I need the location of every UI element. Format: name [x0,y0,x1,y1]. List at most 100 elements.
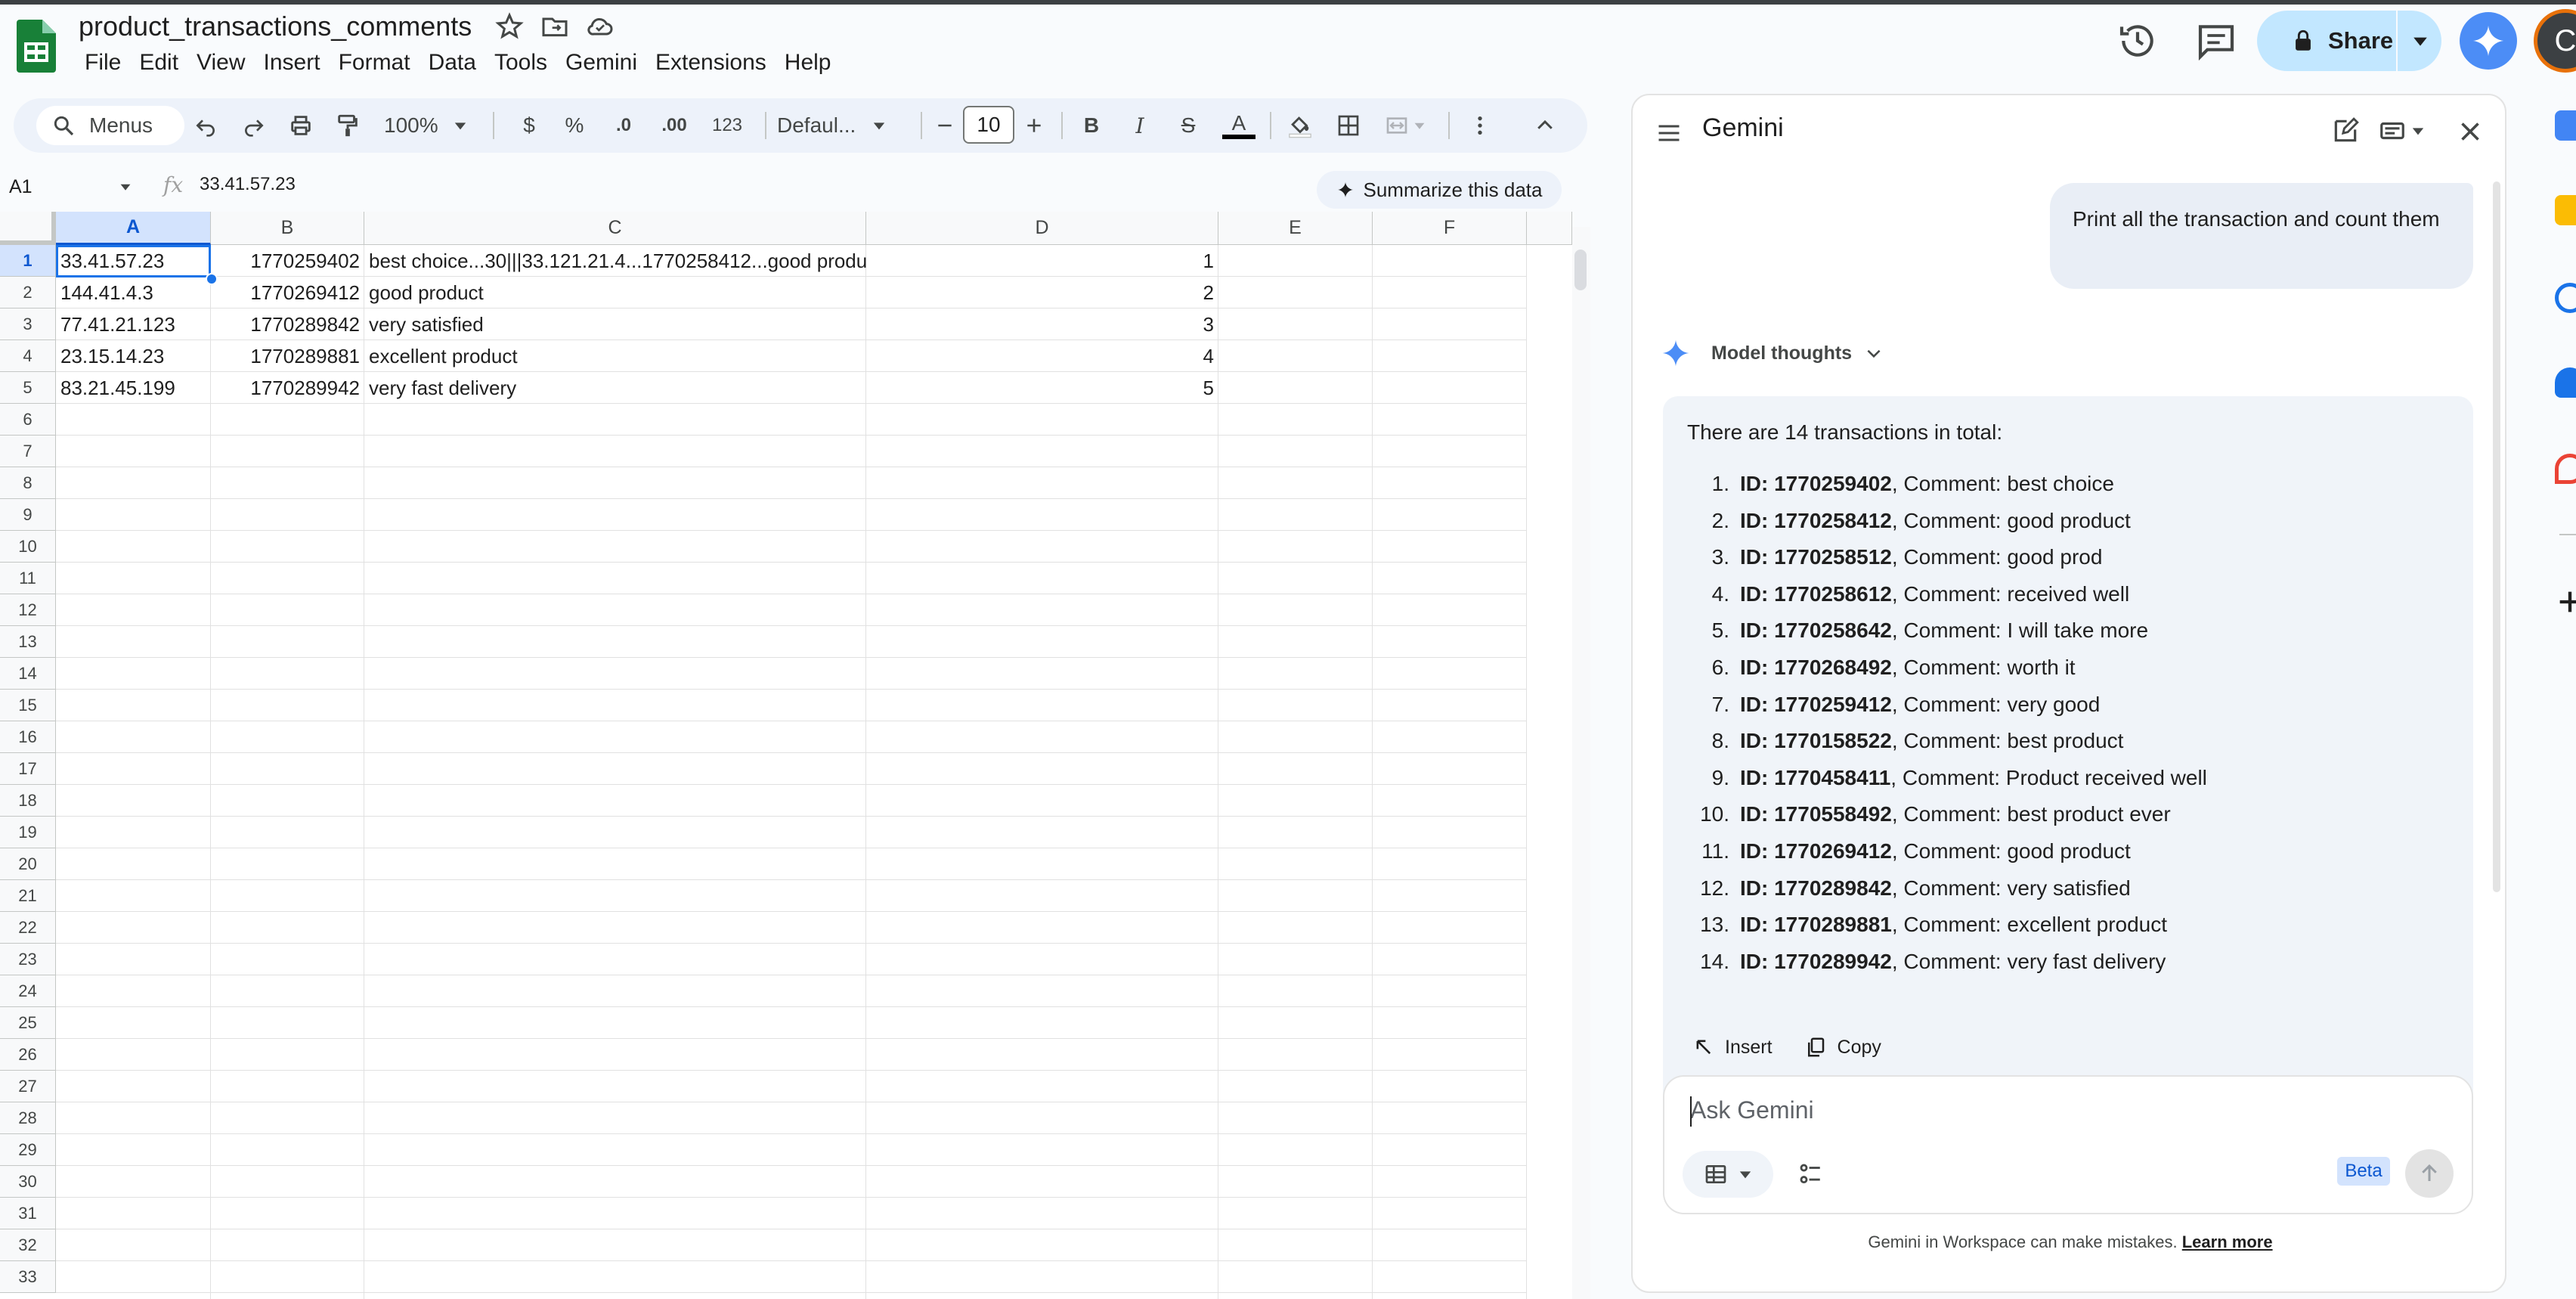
collapse-toolbar-button[interactable] [1530,109,1560,142]
name-box[interactable]: A1 [9,169,131,204]
row-header-27[interactable]: 27 [0,1071,56,1102]
tasks-app-icon[interactable] [2555,283,2576,313]
bold-button[interactable]: B [1076,109,1107,142]
cell-d1[interactable]: 1 [866,245,1218,277]
row-header-28[interactable]: 28 [0,1102,56,1134]
row-header-17[interactable]: 17 [0,753,56,785]
column-header-c[interactable]: C [364,212,866,245]
column-header-e[interactable]: E [1218,212,1373,245]
font-size-input[interactable]: 10 [963,106,1014,144]
decrease-font-size-button[interactable] [931,109,958,142]
row-header-6[interactable]: 6 [0,404,56,436]
row-header-5[interactable]: 5 [0,372,56,404]
row-header-8[interactable]: 8 [0,467,56,499]
strikethrough-button[interactable]: S [1173,109,1203,142]
cell-c5[interactable]: very fast delivery [364,372,866,404]
menu-insert[interactable]: Insert [255,50,330,76]
account-avatar[interactable]: C [2534,9,2576,73]
move-folder-icon[interactable] [540,11,570,42]
row-header-32[interactable]: 32 [0,1229,56,1261]
hamburger-menu-icon[interactable] [1655,119,1683,147]
row-header-21[interactable]: 21 [0,880,56,912]
row-header-3[interactable]: 3 [0,308,56,340]
paint-format-button[interactable] [331,109,364,142]
percent-format-button[interactable]: % [559,109,590,142]
row-header-4[interactable]: 4 [0,340,56,372]
copy-button[interactable]: Copy [1804,1036,1881,1059]
row-header-15[interactable]: 15 [0,690,56,721]
fill-color-button[interactable] [1283,109,1317,142]
cell-a4[interactable]: 23.15.14.23 [56,340,211,372]
insert-button[interactable]: Insert [1693,1037,1773,1059]
zoom-select[interactable]: 100% [384,109,467,142]
summarize-data-button[interactable]: Summarize this data [1317,171,1562,209]
cell-d5[interactable]: 5 [866,372,1218,404]
menu-file[interactable]: File [76,50,130,76]
star-icon[interactable] [494,11,525,42]
cell-b4[interactable]: 1770289881 [211,340,364,372]
more-options-button[interactable] [1465,109,1495,142]
cell-b2[interactable]: 1770269412 [211,277,364,308]
undo-button[interactable] [189,109,222,142]
menu-tools[interactable]: Tools [485,50,556,76]
redo-button[interactable] [237,109,271,142]
cell-d3[interactable]: 3 [866,308,1218,340]
select-all-corner[interactable] [0,212,56,245]
send-button[interactable] [2405,1149,2454,1198]
menu-view[interactable]: View [187,50,254,76]
italic-button[interactable]: I [1125,109,1155,142]
row-header-29[interactable]: 29 [0,1134,56,1166]
cell-c1[interactable]: best choice...30|||33.121.21.4...1770258… [364,245,866,277]
row-header-19[interactable]: 19 [0,817,56,848]
tools-settings-icon[interactable] [1797,1161,1823,1187]
row-header-33[interactable]: 33 [0,1261,56,1293]
row-header-1[interactable]: 1 [0,245,56,277]
cell-b3[interactable]: 1770289842 [211,308,364,340]
comments-icon[interactable] [2195,20,2237,62]
cell-d4[interactable]: 4 [866,340,1218,372]
version-history-icon[interactable] [2116,20,2159,62]
cell-c3[interactable]: very satisfied [364,308,866,340]
panel-view-menu[interactable] [2378,116,2425,145]
row-header-16[interactable]: 16 [0,721,56,753]
add-app-icon[interactable] [2555,587,2576,617]
cell-b1[interactable]: 1770259402 [211,245,364,277]
cell-c2[interactable]: good product [364,277,866,308]
row-header-26[interactable]: 26 [0,1039,56,1071]
cell-a3[interactable]: 77.41.21.123 [56,308,211,340]
context-table-button[interactable] [1683,1151,1773,1198]
document-title[interactable]: product_transactions_comments [79,11,472,42]
maps-app-icon[interactable] [2555,454,2576,484]
row-header-14[interactable]: 14 [0,658,56,690]
row-header-25[interactable]: 25 [0,1007,56,1039]
menu-data[interactable]: Data [420,50,485,76]
row-header-10[interactable]: 10 [0,531,56,563]
row-header-31[interactable]: 31 [0,1198,56,1229]
sheet-scroll-thumb[interactable] [1574,250,1587,290]
row-header-12[interactable]: 12 [0,594,56,626]
menu-edit[interactable]: Edit [130,50,187,76]
menu-help[interactable]: Help [776,50,841,76]
currency-format-button[interactable]: $ [516,109,543,142]
borders-button[interactable] [1332,109,1365,142]
keep-app-icon[interactable] [2555,195,2576,225]
cell-b5[interactable]: 1770289942 [211,372,364,404]
row-header-24[interactable]: 24 [0,975,56,1007]
increase-decimal-button[interactable]: .00 [652,109,697,142]
new-chat-icon[interactable] [2331,116,2360,145]
share-dropdown[interactable] [2396,11,2443,71]
row-header-18[interactable]: 18 [0,785,56,817]
row-header-9[interactable]: 9 [0,499,56,531]
decrease-decimal-button[interactable]: .0 [605,109,642,142]
cell-a2[interactable]: 144.41.4.3 [56,277,211,308]
search-menus-button[interactable]: Menus [36,106,184,145]
spreadsheet-grid[interactable]: A B C D E F 33.41.57.23 1770259402 best … [0,212,1572,1299]
row-header-13[interactable]: 13 [0,626,56,658]
row-header-22[interactable]: 22 [0,912,56,944]
row-header-30[interactable]: 30 [0,1166,56,1198]
calendar-app-icon[interactable] [2555,110,2576,141]
menu-extensions[interactable]: Extensions [646,50,776,76]
font-family-select[interactable]: Defaul... [777,109,913,142]
sheet-vertical-scrollbar[interactable] [1572,227,1590,1299]
row-header-11[interactable]: 11 [0,563,56,594]
